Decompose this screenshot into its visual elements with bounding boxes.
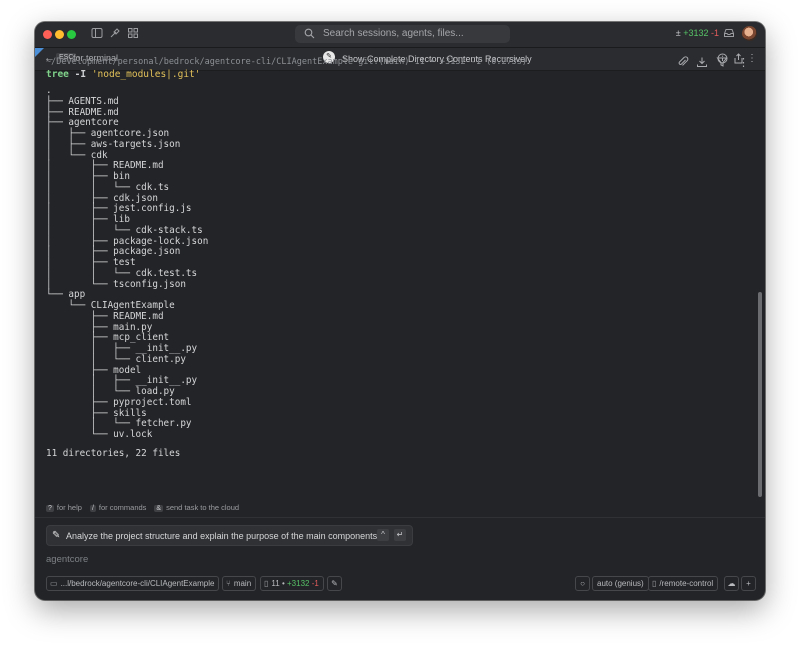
- close-window-button[interactable]: [43, 30, 52, 39]
- diff-badge[interactable]: ± +3132 -1: [676, 28, 719, 38]
- sidebar-toggle-icon[interactable]: [90, 27, 104, 41]
- changes-additions: +3132: [287, 579, 310, 588]
- path-chip[interactable]: ▭ ...l/bedrock/agentcore-cli/CLIAgentExam…: [46, 576, 220, 591]
- suggested-prompt[interactable]: ✎ Analyze the project structure and expl…: [46, 525, 413, 546]
- inbox-icon[interactable]: [723, 27, 735, 42]
- expand-up-icon[interactable]: ^: [377, 529, 389, 541]
- zoom-window-button[interactable]: [67, 30, 76, 39]
- remote-icon: ▯: [652, 579, 657, 588]
- search-placeholder: Search sessions, agents, files...: [323, 28, 464, 39]
- tools-icon[interactable]: [108, 27, 122, 41]
- remote-chip[interactable]: ▯/remote-control: [648, 576, 719, 591]
- hint-key: /: [89, 505, 96, 512]
- grid-icon[interactable]: [126, 27, 140, 41]
- branch-label: main: [233, 579, 252, 588]
- command-argument: 'node_modules|.git': [91, 69, 201, 80]
- hint-key: ?: [46, 505, 54, 512]
- changes-chip[interactable]: ▯ 11 • +3132 -1: [260, 576, 324, 591]
- remote-label: /remote-control: [659, 579, 714, 588]
- search-icon: [304, 26, 315, 42]
- tree-output: . ├── AGENTS.md ├── README.md ├── agentc…: [46, 85, 209, 440]
- changes-deletions: -1: [311, 579, 319, 588]
- diff-icon: ±: [675, 28, 681, 38]
- changes-count: 11: [271, 579, 280, 588]
- path-label: ...l/bedrock/agentcore-cli/CLIAgentExamp…: [60, 579, 215, 588]
- avatar[interactable]: [742, 26, 757, 41]
- branch-chip[interactable]: ⑂ main: [222, 576, 257, 591]
- attach-icon[interactable]: [677, 56, 689, 71]
- add-chip[interactable]: +: [741, 576, 756, 591]
- dot-separator: •: [281, 579, 285, 588]
- app-window: Search sessions, agents, files... ± +313…: [35, 22, 765, 600]
- file-icon: ▯: [264, 579, 269, 588]
- context-chip[interactable]: ○: [575, 576, 590, 591]
- search-bar[interactable]: Search sessions, agents, files...: [295, 25, 510, 43]
- sparkle-icon: ✎: [52, 530, 61, 541]
- title-bar: Search sessions, agents, files... ± +313…: [35, 22, 765, 48]
- command-flag: -I: [74, 69, 87, 80]
- branch-icon: ⑂: [226, 579, 231, 588]
- hint-label: send task to the cloud: [166, 503, 240, 512]
- model-label: auto (genius): [597, 579, 644, 588]
- prompt-input[interactable]: agentcore: [46, 554, 88, 565]
- divider: [35, 517, 765, 518]
- download-icon[interactable]: [696, 56, 708, 71]
- minimize-window-button[interactable]: [55, 30, 64, 39]
- status-bar: ▭ ...l/bedrock/agentcore-cli/CLIAgentExam…: [35, 576, 765, 596]
- filter-icon[interactable]: [716, 56, 728, 71]
- command-name: tree: [46, 69, 69, 80]
- terminal-output: ~/Development/personal/bedrock/agentcore…: [35, 56, 765, 517]
- block-more-icon[interactable]: ⋮: [738, 56, 749, 69]
- hint-key: &: [154, 505, 164, 512]
- cloud-icon: ☁: [727, 579, 736, 588]
- context-ring-icon: ○: [580, 579, 585, 588]
- agent-mode-icon: ✎: [331, 579, 338, 588]
- enter-icon[interactable]: ↵: [394, 529, 406, 541]
- command-line: tree -I 'node_modules|.git': [46, 69, 200, 80]
- diff-deletions: -1: [710, 28, 719, 38]
- diff-additions: +3132: [683, 28, 709, 38]
- prompt-line: ~/Development/personal/bedrock/agentcore…: [46, 57, 528, 67]
- hint-label: for commands: [98, 503, 147, 512]
- folder-icon: ▭: [50, 579, 58, 588]
- suggested-prompt-text: Analyze the project structure and explai…: [66, 531, 380, 541]
- cloud-chip[interactable]: ☁: [724, 576, 739, 591]
- scrollbar[interactable]: [758, 292, 762, 497]
- help-hints: ? for help / for commands & send task to the …: [46, 503, 239, 512]
- agent-mode-chip[interactable]: ✎: [327, 576, 342, 591]
- tree-summary: 11 directories, 22 files: [46, 448, 181, 459]
- plus-icon: +: [746, 579, 751, 588]
- corner-indicator: [35, 48, 44, 57]
- model-chip[interactable]: auto (genius): [592, 576, 649, 591]
- hint-label: for help: [56, 503, 82, 512]
